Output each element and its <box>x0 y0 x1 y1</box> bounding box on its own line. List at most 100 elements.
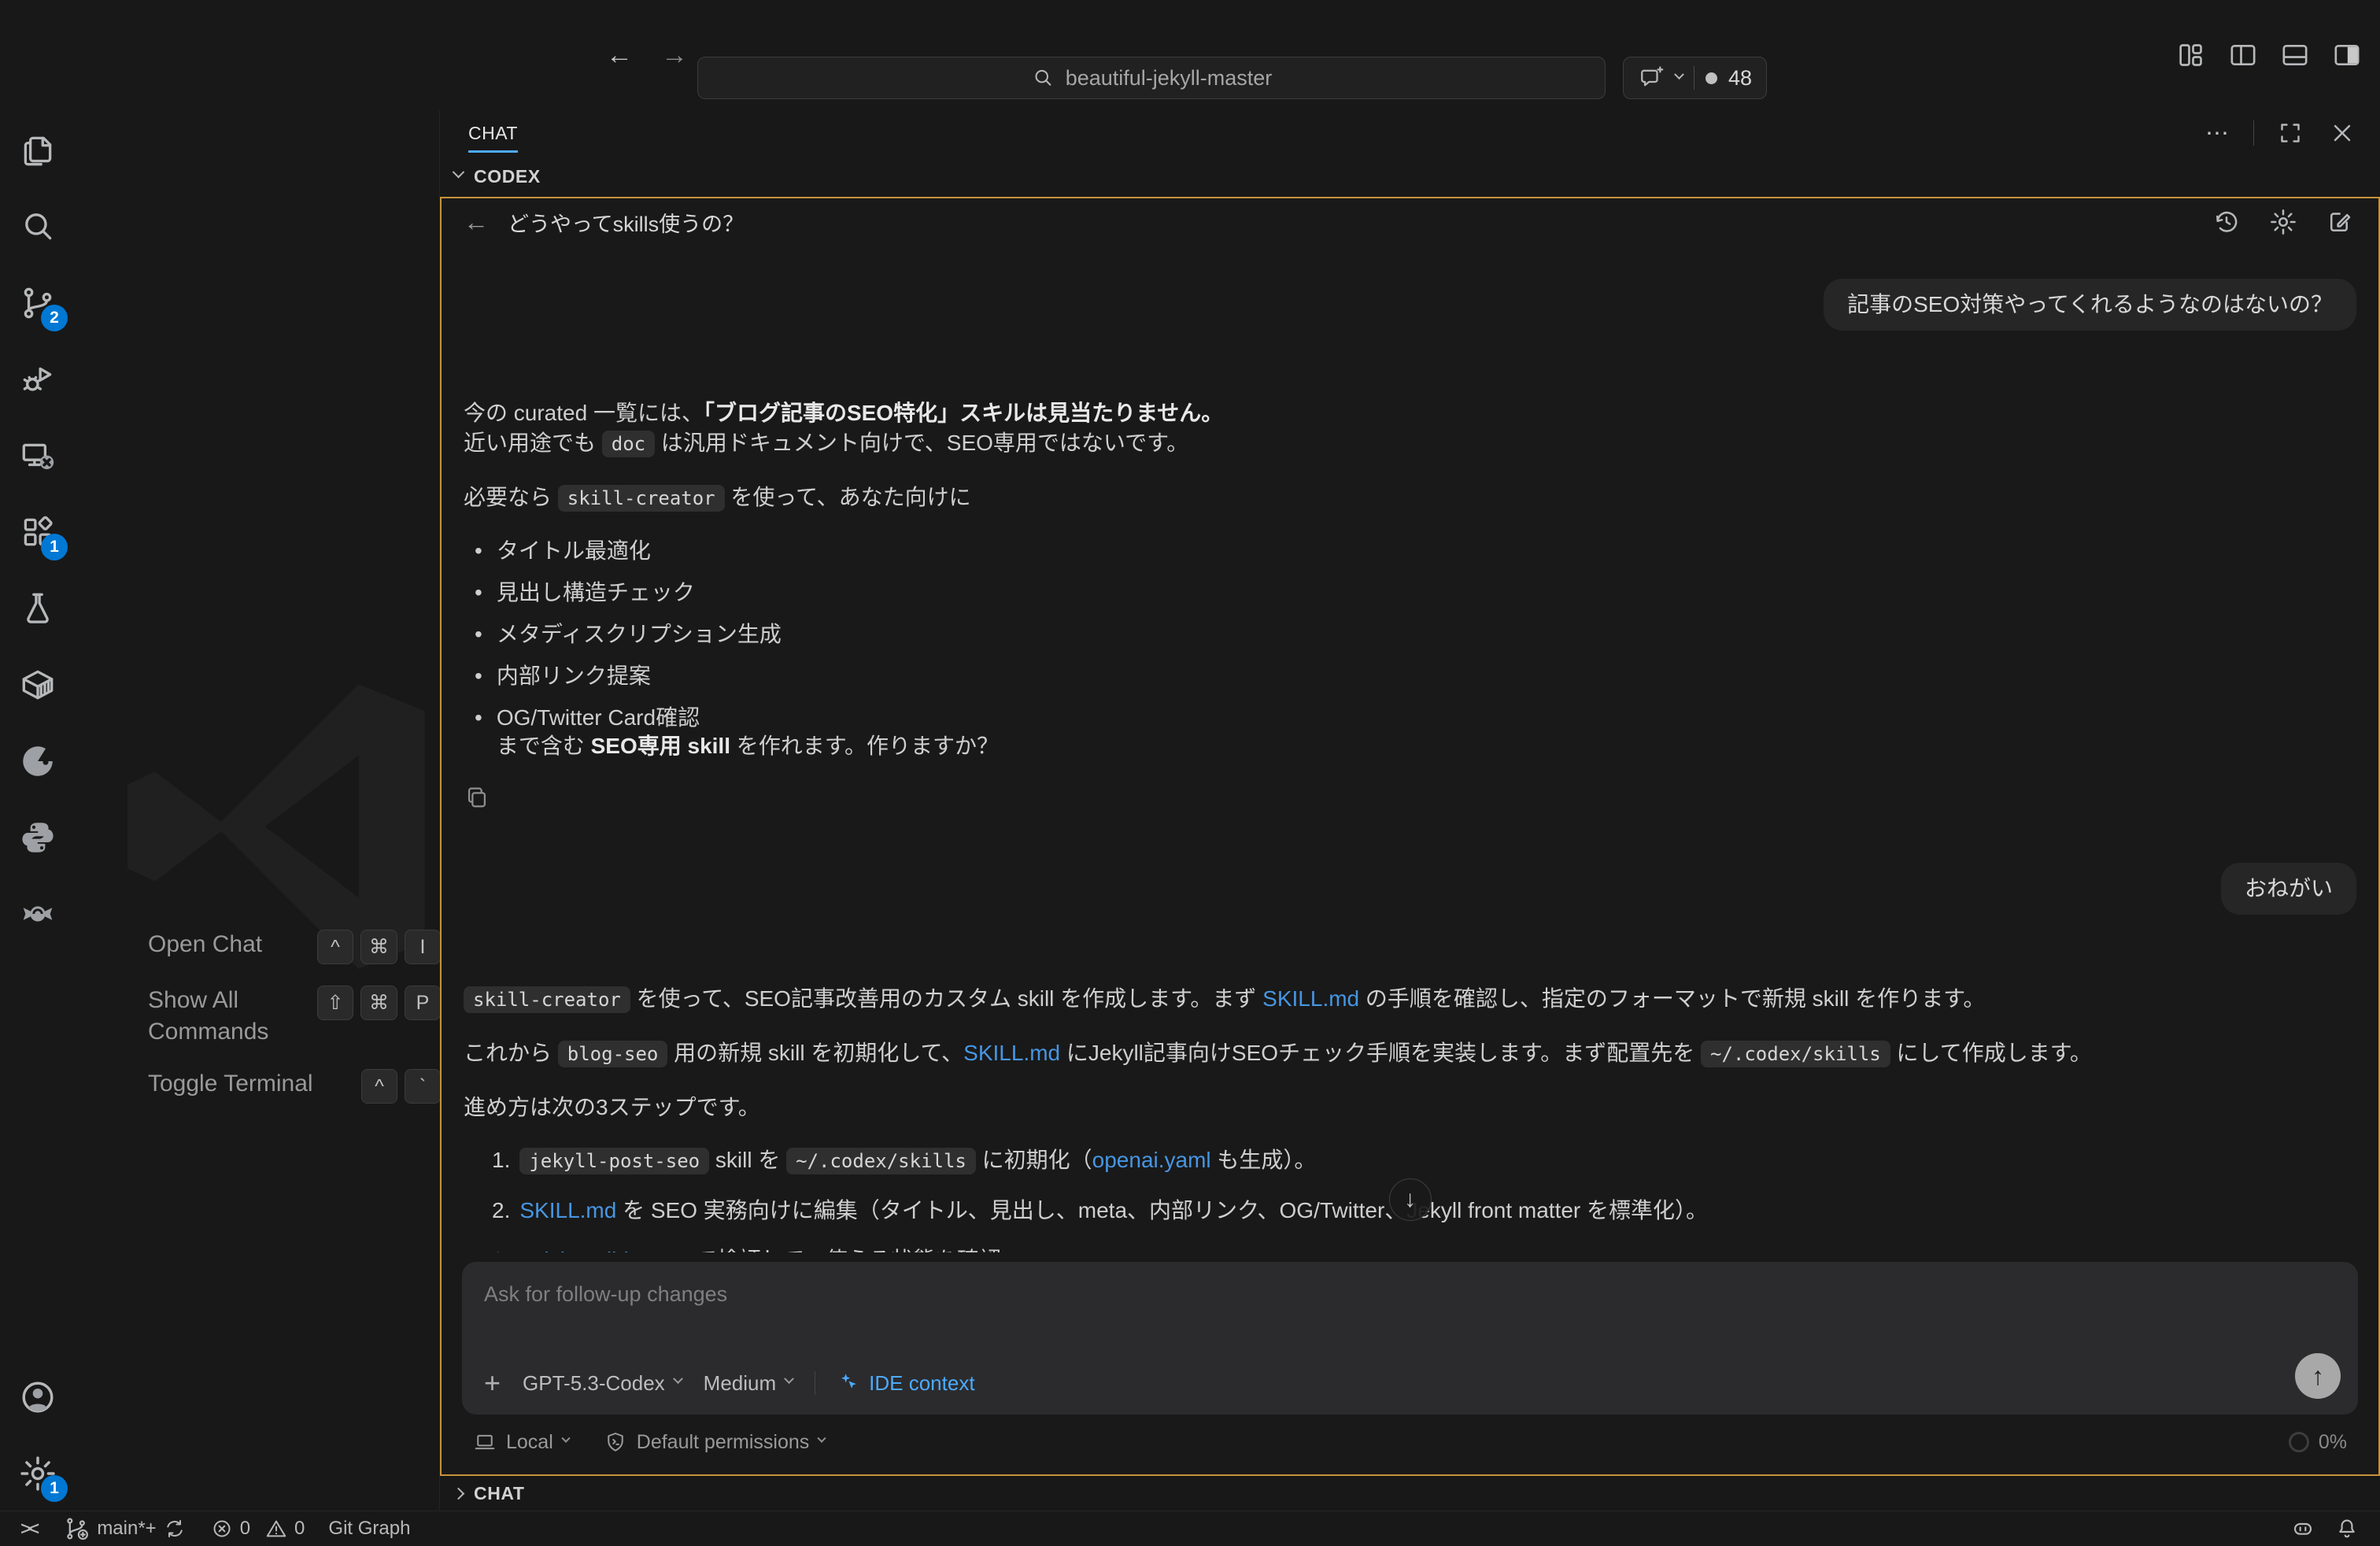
chat-input-box[interactable]: Ask for follow-up changes + GPT-5.3-Code… <box>462 1262 2358 1415</box>
git-graph-button[interactable]: Git Graph <box>328 1518 410 1540</box>
more-actions-icon[interactable]: ⋯ <box>2201 117 2233 149</box>
shortcut-keys: ^⌘I <box>317 929 441 964</box>
inline-code: ~/.codex/skills <box>1701 1041 1890 1067</box>
permissions-selector[interactable]: Default permissions <box>604 1430 826 1454</box>
text: 見出し構造チェック <box>497 580 695 605</box>
list-item-text: OG/Twitter Card確認まで含む SEO専用 skill を作れます。… <box>497 704 999 760</box>
bold-text: SEO専用 skill <box>591 734 730 758</box>
search-value: beautiful-jekyll-master <box>1066 66 1273 91</box>
chat-input-placeholder[interactable]: Ask for follow-up changes <box>484 1282 2336 1307</box>
section-chat-collapsed[interactable]: CHAT <box>440 1476 2380 1511</box>
list-item-text: 内部リンク提案 <box>497 662 651 690</box>
chat-session-pill[interactable]: 48 <box>1623 57 1767 99</box>
bullet-list: •タイトル最適化•見出し構造チェック•メタディスクリプション生成•内部リンク提案… <box>475 537 2356 760</box>
scroll-to-bottom-button[interactable]: ↓ <box>1389 1178 1432 1221</box>
customize-layout-icon[interactable] <box>2174 38 2208 72</box>
user-message-bubble: 記事のSEO対策やってくれるようなのはないの？ <box>1824 279 2356 331</box>
attach-plus-icon[interactable]: + <box>484 1369 501 1397</box>
list-item: 1.jekyll-post-seo skill を ~/.codex/skill… <box>492 1146 2356 1175</box>
remote-explorer-icon[interactable] <box>15 433 61 479</box>
file-link[interactable]: quick_validate.py <box>519 1248 689 1252</box>
tab-chat[interactable]: CHAT <box>468 110 518 156</box>
list-item: •内部リンク提案 <box>475 662 2356 690</box>
git-graph-label: Git Graph <box>328 1518 410 1540</box>
permissions-label: Default permissions <box>637 1431 810 1454</box>
explorer-icon[interactable] <box>15 128 61 173</box>
chat-messages: 記事のSEO対策やってくれるようなのはないの？今の curated 一覧には、「… <box>442 246 2378 1252</box>
keycap: I <box>405 930 441 964</box>
ide-context-label: IDE context <box>869 1371 974 1396</box>
maximize-panel-icon[interactable] <box>2275 117 2306 149</box>
new-chat-icon[interactable] <box>2323 205 2356 239</box>
settings-gear-icon[interactable]: 1 <box>15 1451 61 1496</box>
inline-code: jekyll-post-seo <box>519 1148 709 1174</box>
search-icon <box>1031 66 1055 90</box>
chevron-down-icon <box>784 1374 794 1384</box>
codex-settings-gear-icon[interactable] <box>2267 205 2300 239</box>
containers-icon[interactable] <box>15 662 61 708</box>
text: で検証して、使える状態を確認。 <box>689 1248 1023 1252</box>
ide-context-toggle[interactable]: IDE context <box>837 1371 974 1396</box>
command-center-search[interactable]: beautiful-jekyll-master <box>697 57 1606 99</box>
run-debug-icon[interactable] <box>15 357 61 402</box>
section-codex-header[interactable]: CODEX <box>440 156 2380 197</box>
toggle-primary-sidebar-icon[interactable] <box>2226 38 2260 72</box>
assistant-paragraph: 必要なら skill-creator を使って、あなた向けに <box>464 483 2356 513</box>
back-icon[interactable]: ← <box>464 208 489 237</box>
toggle-panel-icon[interactable] <box>2278 38 2312 72</box>
codex-footer: Local Default permissions 0% <box>473 1426 2347 1459</box>
section-chat-label: CHAT <box>474 1483 525 1504</box>
codex-toolbar: ← どうやってskills使うの？ <box>442 198 2378 246</box>
inline-code: skill-creator <box>558 485 725 512</box>
history-icon[interactable] <box>2210 205 2243 239</box>
remote-indicator[interactable]: >< <box>20 1517 40 1540</box>
shortcut-label: Show All Commands <box>148 985 301 1048</box>
git-branch-icon <box>64 1515 91 1542</box>
text: メタディスクリプション生成 <box>497 622 782 646</box>
extensions-icon[interactable]: 1 <box>15 509 61 555</box>
search-view-icon[interactable] <box>15 204 61 250</box>
main-row: 2 1 <box>0 110 2380 1511</box>
git-branch-status[interactable]: main*+ <box>64 1515 186 1542</box>
candy-extension-icon[interactable] <box>15 891 61 937</box>
laptop-icon <box>473 1430 497 1454</box>
file-link[interactable]: SKILL.md <box>1262 986 1359 1011</box>
testing-icon[interactable] <box>15 586 61 631</box>
list-item-text: メタディスクリプション生成 <box>497 620 782 649</box>
text: 近い用途でも <box>464 431 602 455</box>
copy-message-icon[interactable] <box>464 784 490 811</box>
forward-history-icon[interactable]: → <box>661 40 688 71</box>
copilot-icon[interactable] <box>2290 1516 2315 1541</box>
file-link[interactable]: SKILL.md <box>963 1041 1060 1065</box>
shortcut-keys: ^` <box>361 1068 441 1104</box>
list-item: 3.quick_validate.py で検証して、使える状態を確認。 <box>492 1246 2356 1252</box>
problems-status[interactable]: 0 0 <box>210 1517 305 1540</box>
list-marker: • <box>475 620 482 649</box>
send-button[interactable]: ↑ <box>2295 1353 2341 1399</box>
effort-selector[interactable]: Medium <box>704 1371 793 1396</box>
chevron-down-icon[interactable] <box>1674 69 1684 80</box>
list-item-text: jekyll-post-seo skill を ~/.codex/skills … <box>519 1146 1316 1175</box>
model-selector[interactable]: GPT-5.3-Codex <box>523 1371 682 1396</box>
notifications-bell-icon[interactable] <box>2334 1516 2360 1541</box>
activity-bar: 2 1 <box>0 110 76 1511</box>
close-panel-icon[interactable] <box>2326 117 2358 149</box>
back-history-icon[interactable]: ← <box>606 40 633 71</box>
pie-extension-icon[interactable] <box>15 738 61 784</box>
python-icon[interactable] <box>15 815 61 860</box>
environment-selector[interactable]: Local <box>473 1430 569 1454</box>
shield-icon <box>604 1430 627 1454</box>
status-bar: >< main*+ 0 0 Git Graph <box>0 1511 2380 1546</box>
text: 必要なら <box>464 485 558 509</box>
record-dot-icon <box>1706 72 1717 84</box>
file-link[interactable]: SKILL.md <box>519 1198 616 1222</box>
pill-count: 48 <box>1728 66 1752 91</box>
accounts-icon[interactable] <box>15 1374 61 1420</box>
file-link[interactable]: openai.yaml <box>1092 1148 1211 1172</box>
source-control-icon[interactable]: 2 <box>15 280 61 326</box>
panel-tab-row: CHAT ⋯ <box>440 110 2380 156</box>
text: の手順を確認し、指定のフォーマットで新規 skill を作ります。 <box>1359 986 1985 1011</box>
toggle-secondary-sidebar-icon[interactable] <box>2330 38 2364 72</box>
list-item: •OG/Twitter Card確認まで含む SEO専用 skill を作れます… <box>475 704 2356 760</box>
remote-icon: >< <box>20 1517 40 1540</box>
